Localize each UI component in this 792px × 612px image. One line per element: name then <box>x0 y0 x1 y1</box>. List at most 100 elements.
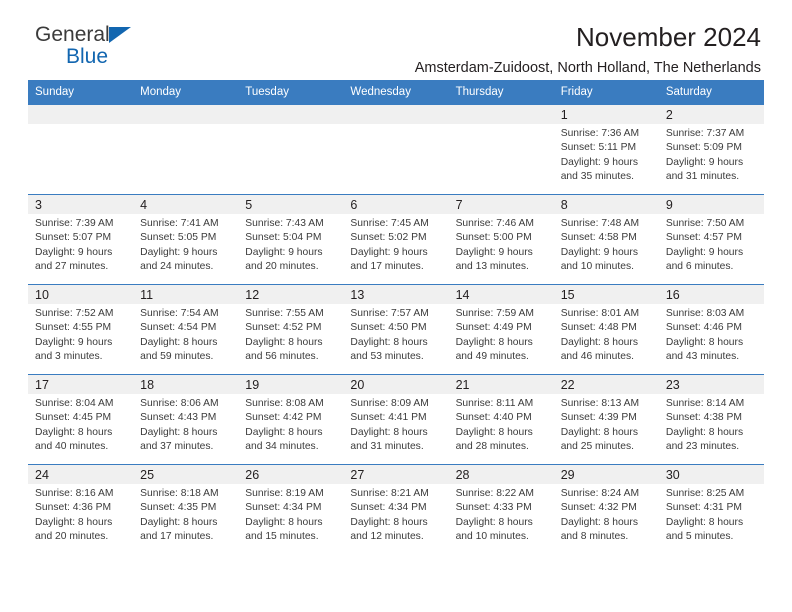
sunrise-text: Sunrise: 8:06 AM <box>140 398 219 409</box>
sunset-text: Sunset: 4:58 PM <box>560 232 637 244</box>
sunrise-text: Sunrise: 8:14 AM <box>665 398 745 409</box>
sunset-text: Sunset: 4:34 PM <box>350 502 427 514</box>
daylight-text: Daylight: 9 hours and 31 minutes. <box>665 156 744 182</box>
day-sun-info: Sunrise: 7:37 AM Sunset: 5:09 PM Daylight:… <box>659 124 764 184</box>
daylight-text: Daylight: 8 hours and 59 minutes. <box>140 336 218 362</box>
daylight-text: Daylight: 8 hours and 43 minutes. <box>665 336 744 362</box>
sunrise-text: Sunrise: 8:21 AM <box>350 488 429 499</box>
calendar-day-cell-empty <box>238 104 344 194</box>
day-number <box>343 105 449 124</box>
calendar-day-cell[interactable]: 12 Sunrise: 7:55 AM Sunset: 4:52 PM Dayligh… <box>238 284 344 374</box>
calendar-day-cell[interactable]: 18 Sunrise: 8:06 AM Sunset: 4:43 PM Dayligh… <box>133 374 239 464</box>
daylight-text: Daylight: 8 hours and 12 minutes. <box>350 516 428 542</box>
day-number: 22 <box>553 375 659 394</box>
day-sun-info: Sunrise: 7:55 AM Sunset: 4:52 PM Daylight:… <box>238 304 343 364</box>
calendar-day-cell[interactable]: 22 Sunrise: 8:13 AM Sunset: 4:39 PM Dayligh… <box>553 374 659 464</box>
sunrise-text: Sunrise: 8:22 AM <box>455 488 534 499</box>
calendar-grid: Sunday Monday Tuesday Wednesday Thursday Frid… <box>28 80 764 554</box>
daylight-text: Daylight: 9 hours and 35 minutes. <box>560 156 638 182</box>
calendar-day-cell[interactable]: 21 Sunrise: 8:11 AM Sunset: 4:40 PM Dayligh… <box>448 374 554 464</box>
daylight-text: Daylight: 9 hours and 27 minutes. <box>35 246 113 272</box>
day-number: 30 <box>658 465 764 484</box>
calendar-day-cell[interactable]: 24 Sunrise: 8:16 AM Sunset: 4:36 PM Dayligh… <box>28 464 134 554</box>
calendar-day-cell[interactable]: 6 Sunrise: 7:45 AM Sunset: 5:02 PM Daylight… <box>343 194 449 284</box>
day-sun-info: Sunrise: 8:08 AM Sunset: 4:42 PM Daylight:… <box>238 394 343 454</box>
day-sun-info: Sunrise: 7:52 AM Sunset: 4:55 PM Daylight:… <box>28 304 133 364</box>
weekday-header-wednesday: Wednesday <box>350 86 411 98</box>
sunrise-text: Sunrise: 8:18 AM <box>140 488 219 499</box>
sunset-text: Sunset: 4:49 PM <box>455 322 532 334</box>
sunset-text: Sunset: 4:40 PM <box>455 412 532 424</box>
sunrise-text: Sunrise: 7:55 AM <box>245 308 324 319</box>
daylight-text: Daylight: 9 hours and 13 minutes. <box>455 246 533 272</box>
calendar-day-cell[interactable]: 10 Sunrise: 7:52 AM Sunset: 4:55 PM Dayligh… <box>28 284 134 374</box>
calendar-day-cell[interactable]: 2 Sunrise: 7:37 AM Sunset: 5:09 PM Daylight… <box>658 104 764 194</box>
calendar-day-cell[interactable]: 25 Sunrise: 8:18 AM Sunset: 4:35 PM Dayligh… <box>133 464 239 554</box>
calendar-day-cell[interactable]: 8 Sunrise: 7:48 AM Sunset: 4:58 PM Daylight… <box>553 194 659 284</box>
calendar-day-cell[interactable]: 11 Sunrise: 7:54 AM Sunset: 4:54 PM Dayligh… <box>133 284 239 374</box>
day-sun-info: Sunrise: 8:01 AM Sunset: 4:48 PM Daylight:… <box>554 304 659 364</box>
day-number: 21 <box>448 375 554 394</box>
daylight-text: Daylight: 8 hours and 40 minutes. <box>35 426 113 452</box>
sunrise-text: Sunrise: 7:50 AM <box>665 218 745 229</box>
day-number: 9 <box>658 195 764 214</box>
calendar-day-cell[interactable]: 5 Sunrise: 7:43 AM Sunset: 5:04 PM Daylight… <box>238 194 344 284</box>
calendar-day-cell[interactable]: 1 Sunrise: 7:36 AM Sunset: 5:11 PM Daylight… <box>553 104 659 194</box>
calendar-day-cell[interactable]: 30 Sunrise: 8:25 AM Sunset: 4:31 PM Dayligh… <box>658 464 764 554</box>
day-sun-info: Sunrise: 8:13 AM Sunset: 4:39 PM Daylight:… <box>554 394 659 454</box>
daylight-text: Daylight: 8 hours and 23 minutes. <box>665 426 744 452</box>
calendar-day-cell-empty <box>448 104 554 194</box>
calendar-day-cell[interactable]: 28 Sunrise: 8:22 AM Sunset: 4:33 PM Dayligh… <box>448 464 554 554</box>
day-number: 27 <box>343 465 449 484</box>
page-header: General Blue November 2024 Amsterdam-Zui… <box>28 0 764 76</box>
sunrise-text: Sunrise: 7:45 AM <box>350 218 429 229</box>
calendar-day-cell[interactable]: 29 Sunrise: 8:24 AM Sunset: 4:32 PM Dayligh… <box>553 464 659 554</box>
day-number: 13 <box>343 285 449 304</box>
day-number: 1 <box>553 105 659 124</box>
sunset-text: Sunset: 4:48 PM <box>560 322 637 334</box>
day-number: 23 <box>658 375 764 394</box>
calendar-day-cell[interactable]: 20 Sunrise: 8:09 AM Sunset: 4:41 PM Dayligh… <box>343 374 449 464</box>
sunrise-text: Sunrise: 7:46 AM <box>455 218 534 229</box>
calendar-day-cell[interactable]: 23 Sunrise: 8:14 AM Sunset: 4:38 PM Dayligh… <box>658 374 764 464</box>
calendar-day-cell[interactable]: 9 Sunrise: 7:50 AM Sunset: 4:57 PM Daylight… <box>658 194 764 284</box>
day-number: 3 <box>28 195 134 214</box>
weekday-header-friday: Friday <box>560 86 593 98</box>
calendar-day-cell[interactable]: 19 Sunrise: 8:08 AM Sunset: 4:42 PM Dayligh… <box>238 374 344 464</box>
calendar-day-cell[interactable]: 15 Sunrise: 8:01 AM Sunset: 4:48 PM Dayligh… <box>553 284 659 374</box>
daylight-text: Daylight: 9 hours and 20 minutes. <box>245 246 323 272</box>
calendar-week-row: 24 Sunrise: 8:16 AM Sunset: 4:36 PM Dayligh… <box>28 464 764 554</box>
calendar-day-cell[interactable]: 4 Sunrise: 7:41 AM Sunset: 5:05 PM Daylight… <box>133 194 239 284</box>
daylight-text: Daylight: 9 hours and 17 minutes. <box>350 246 428 272</box>
calendar-day-cell[interactable]: 26 Sunrise: 8:19 AM Sunset: 4:34 PM Dayligh… <box>238 464 344 554</box>
sunrise-text: Sunrise: 7:36 AM <box>560 128 640 139</box>
day-number: 17 <box>28 375 134 394</box>
day-sun-info: Sunrise: 8:22 AM Sunset: 4:33 PM Daylight:… <box>449 484 554 544</box>
day-sun-info: Sunrise: 8:03 AM Sunset: 4:46 PM Daylight:… <box>659 304 764 364</box>
sunset-text: Sunset: 4:38 PM <box>665 412 742 424</box>
general-blue-logo[interactable]: General Blue <box>35 24 165 72</box>
calendar-day-cell[interactable]: 14 Sunrise: 7:59 AM Sunset: 4:49 PM Dayligh… <box>448 284 554 374</box>
sunrise-text: Sunrise: 7:48 AM <box>560 218 640 229</box>
day-number: 28 <box>448 465 554 484</box>
calendar-day-cell-empty <box>28 104 134 194</box>
daylight-text: Daylight: 8 hours and 10 minutes. <box>455 516 533 542</box>
daylight-text: Daylight: 8 hours and 28 minutes. <box>455 426 533 452</box>
sunrise-text: Sunrise: 8:01 AM <box>560 308 640 319</box>
day-sun-info: Sunrise: 8:14 AM Sunset: 4:38 PM Daylight:… <box>659 394 764 454</box>
calendar-day-cell[interactable]: 16 Sunrise: 8:03 AM Sunset: 4:46 PM Dayligh… <box>658 284 764 374</box>
daylight-text: Daylight: 8 hours and 5 minutes. <box>665 516 744 542</box>
calendar-day-cell[interactable]: 13 Sunrise: 7:57 AM Sunset: 4:50 PM Dayligh… <box>343 284 449 374</box>
calendar-day-cell[interactable]: 27 Sunrise: 8:21 AM Sunset: 4:34 PM Dayligh… <box>343 464 449 554</box>
day-sun-info: Sunrise: 8:19 AM Sunset: 4:34 PM Daylight:… <box>238 484 343 544</box>
daylight-text: Daylight: 8 hours and 53 minutes. <box>350 336 428 362</box>
sunrise-text: Sunrise: 8:08 AM <box>245 398 324 409</box>
daylight-text: Daylight: 8 hours and 46 minutes. <box>560 336 638 362</box>
calendar-day-cell[interactable]: 7 Sunrise: 7:46 AM Sunset: 5:00 PM Daylight… <box>448 194 554 284</box>
sunrise-text: Sunrise: 7:52 AM <box>35 308 114 319</box>
day-number: 25 <box>133 465 239 484</box>
day-sun-info: Sunrise: 7:59 AM Sunset: 4:49 PM Daylight:… <box>449 304 554 364</box>
calendar-day-cell[interactable]: 17 Sunrise: 8:04 AM Sunset: 4:45 PM Dayligh… <box>28 374 134 464</box>
logo-text-blue: Blue <box>66 45 109 68</box>
calendar-day-cell[interactable]: 3 Sunrise: 7:39 AM Sunset: 5:07 PM Daylight… <box>28 194 134 284</box>
